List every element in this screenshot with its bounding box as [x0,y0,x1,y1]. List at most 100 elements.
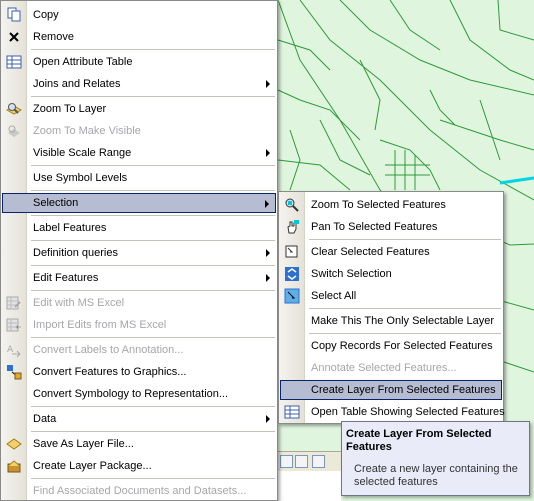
menu-item-pan-to-selected-features[interactable]: Pan To Selected Features [280,217,502,237]
menu-item-convert-features-to-graphics[interactable]: Convert Features to Graphics... [2,362,276,382]
menu-item-label: Switch Selection [311,268,392,280]
menu-item-clear-selected-features[interactable]: Clear Selected Features [280,242,502,262]
zoom-selected-icon [285,198,299,212]
menu-item-label: Pan To Selected Features [311,221,438,233]
menu-separator [309,308,501,309]
menu-item-copy[interactable]: Copy [2,5,276,25]
menu-item-label: Data [33,413,57,425]
menu-separator [31,406,275,407]
switch-selection-icon [285,267,299,281]
menu-item-definition-queries[interactable]: Definition queries [2,243,276,263]
submenu-arrow-icon [265,200,269,208]
menu-item-label: Edit Features [33,272,99,284]
menu-item-label: Definition queries [33,247,118,259]
menu-item-label: Zoom To Make Visible [33,125,141,137]
menu-separator [309,333,501,334]
convert-labels-icon: A [7,345,21,358]
pan-selected-icon [287,220,299,234]
menu-item-zoom-to-layer[interactable]: Zoom To Layer [2,99,276,119]
menu-item-label: Selection [33,197,79,209]
menu-item-annotate-selected-features[interactable]: Annotate Selected Features... [280,358,502,378]
menu-item-selection[interactable]: Selection [2,193,276,213]
menu-item-label: Copy Records For Selected Features [311,340,493,352]
submenu-arrow-icon [266,415,270,423]
table-icon [6,55,22,69]
menu-tooltip: Create Layer From Selected Features Crea… [341,421,530,496]
layer-file-icon [6,438,22,450]
menu-separator [31,165,275,166]
convert-graphics-icon [7,365,22,380]
menu-item-edit-with-ms-excel[interactable]: Edit with MS Excel [2,293,276,313]
menu-separator [31,49,275,50]
menu-separator [31,240,275,241]
menu-item-label: Find Associated Documents and Datasets..… [33,485,247,497]
menu-item-create-layer-package[interactable]: Create Layer Package... [2,456,276,476]
menu-item-label: Remove [33,31,74,43]
refresh-icon[interactable] [280,455,293,468]
menu-item-data[interactable]: Data [2,409,276,429]
selection-submenu: Zoom To Selected Features Pan To Selecte… [278,191,505,424]
layer-context-menu: Copy Remove Open Attribute Table Joins a… [0,0,278,501]
menu-item-convert-symbology-to-representation[interactable]: Convert Symbology to Representation... [2,384,276,404]
menu-item-convert-labels-to-annotation[interactable]: A Convert Labels to Annotation... [2,340,276,360]
zoom-layer-icon [6,103,22,115]
menu-separator [31,337,275,338]
menu-item-label: Convert Labels to Annotation... [33,344,184,356]
scroll-left-icon[interactable] [312,455,325,468]
menu-item-save-as-layer-file[interactable]: Save As Layer File... [2,434,276,454]
menu-separator [309,239,501,240]
layer-package-icon [7,460,21,473]
menu-item-make-only-selectable-layer[interactable]: Make This The Only Selectable Layer [280,311,502,331]
submenu-arrow-icon [266,249,270,257]
menu-item-label: Copy [33,9,59,21]
menu-item-open-table-showing-selected-features[interactable]: Open Table Showing Selected Features [280,402,505,422]
excel-import-icon [6,318,21,332]
menu-item-label: Save As Layer File... [33,438,134,450]
menu-item-label: Create Layer From Selected Features [311,384,496,396]
menu-separator [31,478,275,479]
menu-item-import-edits-from-ms-excel[interactable]: Import Edits from MS Excel [2,315,276,335]
menu-item-zoom-to-make-visible[interactable]: Zoom To Make Visible [2,121,276,141]
menu-item-label: Clear Selected Features [311,246,430,258]
menu-item-label: Open Table Showing Selected Features [311,406,505,418]
layout-strip [278,471,341,501]
menu-item-zoom-to-selected-features[interactable]: Zoom To Selected Features [280,195,502,215]
menu-item-open-attribute-table[interactable]: Open Attribute Table [2,52,276,72]
clear-selection-icon [285,245,298,258]
menu-item-edit-features[interactable]: Edit Features [2,268,276,288]
map-status-bar [278,451,341,471]
remove-icon [9,32,19,42]
menu-item-label: Use Symbol Levels [33,172,128,184]
copy-icon [7,7,21,22]
menu-separator [31,265,275,266]
menu-item-find-associated-documents[interactable]: Find Associated Documents and Datasets..… [2,481,276,501]
menu-separator [31,215,275,216]
menu-separator [31,290,275,291]
zoom-visible-icon [8,125,20,137]
menu-item-label: Annotate Selected Features... [311,362,457,374]
menu-item-copy-records-for-selected-features[interactable]: Copy Records For Selected Features [280,336,502,356]
excel-edit-icon [6,296,21,310]
submenu-arrow-icon [266,80,270,88]
menu-separator [31,431,275,432]
submenu-arrow-icon [266,274,270,282]
menu-item-joins-and-relates[interactable]: Joins and Relates [2,74,276,94]
menu-item-label: Open Attribute Table [33,56,133,68]
tooltip-title: Create Layer From Selected Features [346,428,492,453]
menu-item-label: Import Edits from MS Excel [33,319,167,331]
menu-item-label: Create Layer Package... [33,460,152,472]
menu-item-create-layer-from-selected-features[interactable]: Create Layer From Selected Features [280,380,502,400]
menu-item-label: Convert Features to Graphics... [33,366,187,378]
menu-item-select-all[interactable]: Select All [280,286,502,306]
menu-item-visible-scale-range[interactable]: Visible Scale Range [2,143,276,163]
menu-item-label: Joins and Relates [33,78,121,90]
pause-icon[interactable] [295,455,308,468]
menu-item-label-features[interactable]: Label Features [2,218,276,238]
table-icon [284,405,300,419]
menu-item-label: Label Features [33,222,107,234]
tooltip-description: Create a new layer containing the select… [354,463,518,488]
menu-item-use-symbol-levels[interactable]: Use Symbol Levels [2,168,276,188]
menu-item-switch-selection[interactable]: Switch Selection [280,264,502,284]
menu-item-label: Zoom To Selected Features [311,199,446,211]
menu-item-remove[interactable]: Remove [2,27,276,47]
